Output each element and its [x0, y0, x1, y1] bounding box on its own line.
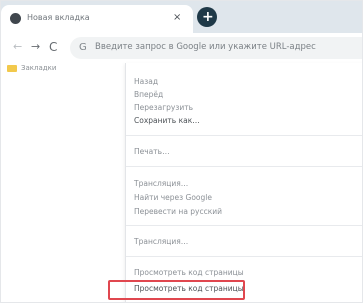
menu-item-save-as[interactable]: Сохранить как… [134, 116, 200, 125]
menu-separator [126, 256, 362, 257]
menu-item-search-google[interactable]: Найти через Google [134, 193, 212, 202]
menu-separator [126, 166, 362, 167]
menu-item-reload[interactable]: Перезагрузить [134, 103, 193, 112]
browser-toolbar: ← → C G Введите запрос в Google или укаж… [1, 33, 362, 64]
menu-item-view-source[interactable]: Просмотреть код страницы [134, 268, 244, 277]
menu-separator [126, 225, 362, 226]
address-bar[interactable]: G Введите запрос в Google или укажите UR… [70, 37, 362, 59]
folder-icon[interactable] [7, 65, 17, 72]
bookmarks-label[interactable]: Закладки [21, 64, 56, 72]
address-placeholder[interactable]: Введите запрос в Google или укажите URL-… [95, 42, 316, 52]
chrome-favicon-icon [10, 13, 21, 24]
menu-item-translate[interactable]: Перевести на русский [134, 207, 222, 216]
selection-highlight [108, 280, 245, 300]
menu-item-forward[interactable]: Вперёд [134, 90, 163, 99]
menu-item-print[interactable]: Печать… [134, 147, 170, 156]
reload-icon[interactable]: C [49, 40, 57, 54]
google-icon: G [79, 42, 87, 53]
menu-item-back[interactable]: Назад [134, 77, 158, 86]
tab-new-tab[interactable]: Новая вкладка × [1, 5, 193, 33]
new-tab-button[interactable]: + [197, 7, 217, 27]
tab-strip: Новая вкладка × + [1, 1, 362, 33]
context-menu: Назад Вперёд Перезагрузить Сохранить как… [125, 63, 362, 302]
menu-separator [126, 135, 362, 136]
browser-window: Новая вкладка × + ← → C G Введите запрос… [0, 0, 363, 303]
back-arrow-icon[interactable]: ← [13, 40, 22, 54]
forward-arrow-icon[interactable]: → [31, 40, 40, 54]
menu-item-cast[interactable]: Трансляция… [134, 179, 188, 188]
menu-item-extra[interactable]: Трансляция… [134, 237, 188, 246]
close-icon[interactable]: × [173, 11, 181, 25]
tab-title: Новая вкладка [27, 13, 90, 22]
plus-icon: + [202, 9, 214, 25]
